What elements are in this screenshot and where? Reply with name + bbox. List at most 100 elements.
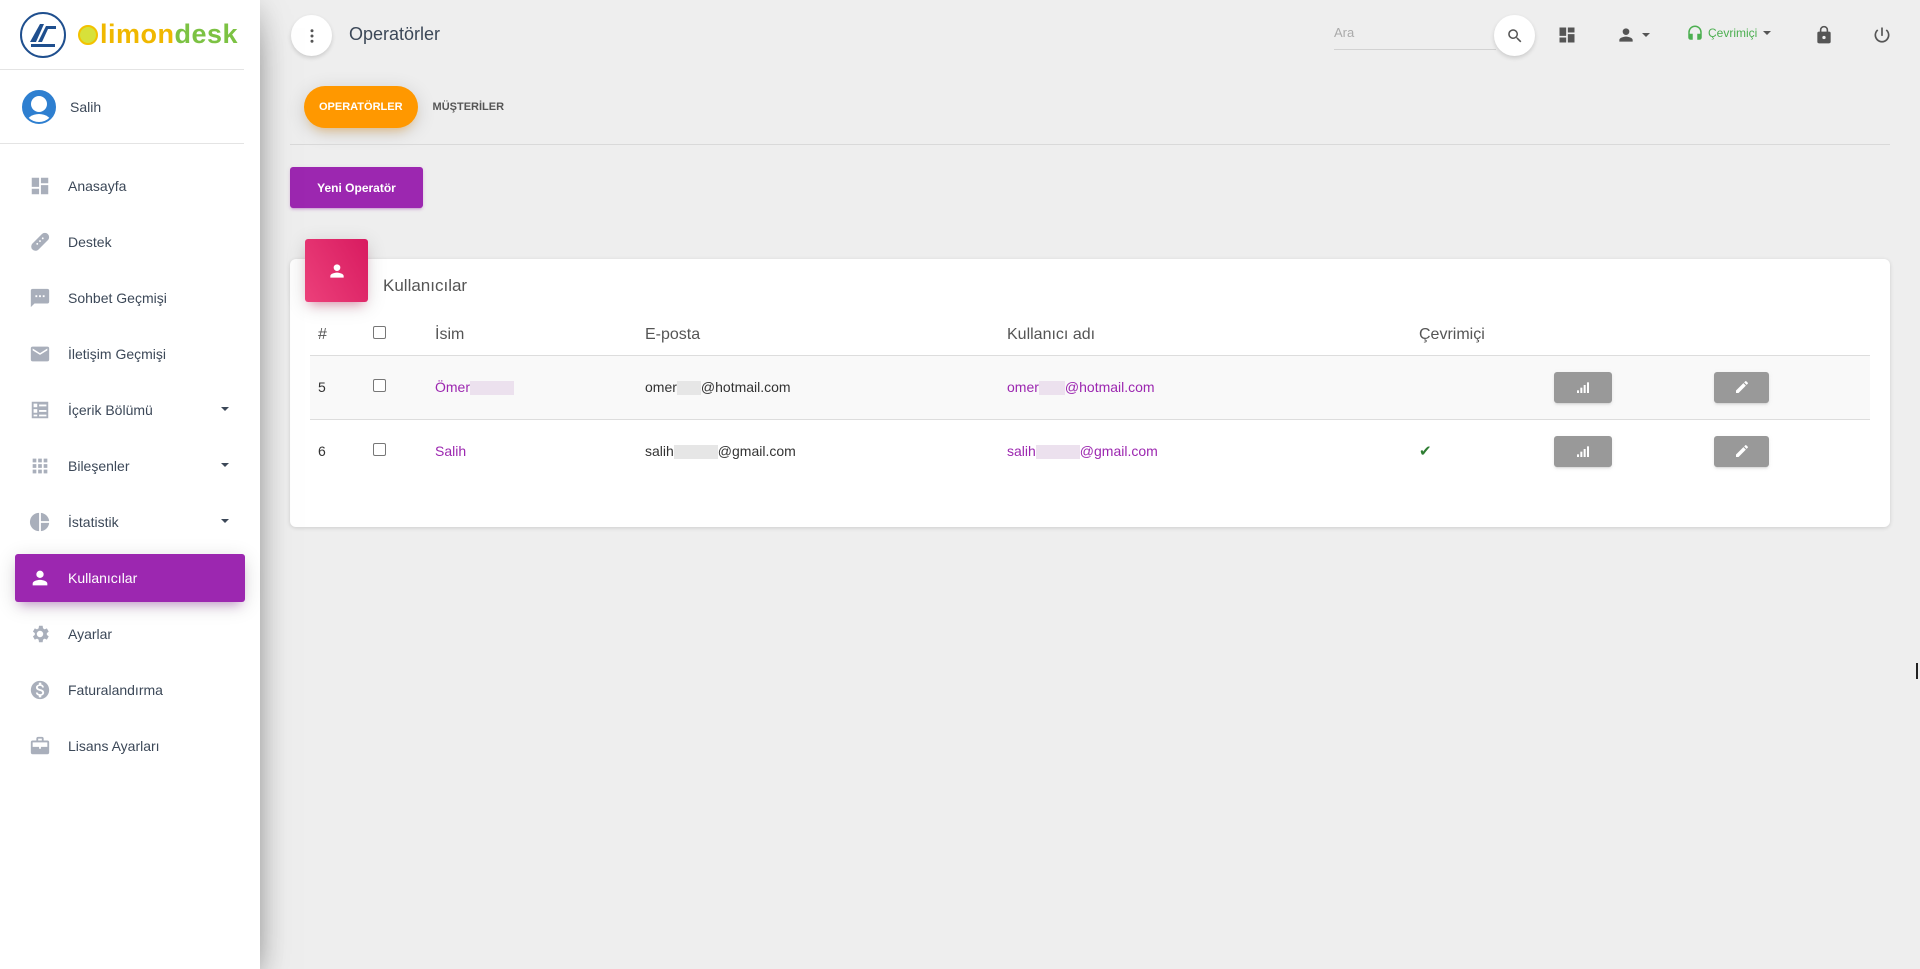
sidebar-item-label: Bileşenler: [68, 458, 130, 474]
column-header-edit: [1706, 315, 1870, 356]
chevron-down-icon: [221, 519, 229, 523]
sidebar-item-content[interactable]: İçerik Bölümü: [15, 386, 245, 434]
logout-button[interactable]: [1869, 22, 1895, 48]
row-name-link[interactable]: Salih: [435, 443, 466, 459]
redacted-block: [1035, 445, 1080, 460]
person-icon: [28, 566, 52, 590]
person-icon: [1619, 28, 1633, 42]
briefcase-icon: [28, 734, 52, 758]
redacted-block: [676, 381, 701, 396]
sidebar-toggle-button[interactable]: [291, 15, 332, 56]
row-email-cell: salih @gmail.com: [637, 419, 999, 483]
row-stats-cell: [1546, 355, 1706, 420]
sidebar-item-label: Faturalandırma: [68, 682, 163, 698]
new-operator-button[interactable]: Yeni Operatör: [290, 167, 423, 208]
row-id: 5: [310, 355, 365, 420]
users-table: # İsim E-posta Kullanıcı adı Çevrimiçi 5…: [310, 315, 1870, 483]
sidebar-item-person[interactable]: Kullanıcılar: [15, 554, 245, 602]
row-username-suffix[interactable]: @gmail.com: [1080, 443, 1158, 459]
row-email-suffix: @hotmail.com: [700, 378, 791, 395]
top-bar: Operatörler Çevrimiçi: [260, 0, 1920, 70]
search-input[interactable]: [1334, 18, 1496, 46]
sidebar-item-chat[interactable]: Sohbet Geçmişi: [15, 274, 245, 322]
row-stats-cell: [1546, 419, 1706, 483]
row-name-cell: Ömer: [427, 355, 637, 420]
logo[interactable]: limon desk: [0, 0, 244, 70]
sidebar-item-pie-chart[interactable]: İstatistik: [15, 498, 245, 546]
sidebar-item-label: İstatistik: [68, 514, 119, 530]
table-header-row: # İsim E-posta Kullanıcı adı Çevrimiçi: [310, 315, 1870, 356]
mail-icon: [28, 342, 52, 366]
sidebar-item-gear[interactable]: Ayarlar: [15, 610, 245, 658]
row-name-link[interactable]: Ömer: [435, 379, 470, 395]
sidebar-item-label: Sohbet Geçmişi: [68, 290, 167, 306]
online-check-icon: ✔: [1419, 443, 1432, 461]
row-select: [365, 355, 427, 420]
more-vertical-icon: [310, 28, 313, 43]
sidebar-item-label: Destek: [68, 234, 112, 250]
users-card: Kullanıcılar # İsim E-posta Kullanıcı ad…: [290, 239, 1890, 527]
avatar: [22, 89, 56, 124]
signal-bars-icon: [1577, 382, 1589, 393]
tab-bar: OPERATÖRLER MÜŞTERİLER: [304, 86, 519, 128]
row-username-suffix[interactable]: @hotmail.com: [1065, 379, 1155, 395]
card-title: Kullanıcılar: [383, 276, 468, 295]
content-icon: [28, 398, 52, 422]
brand-name-part2: desk: [174, 19, 239, 49]
lock-button[interactable]: [1811, 22, 1837, 48]
search-button[interactable]: [1494, 15, 1535, 56]
signal-bars-icon: [1577, 446, 1589, 458]
sidebar-item-label: İçerik Bölümü: [68, 402, 153, 418]
chevron-down-icon: [221, 407, 229, 411]
chat-icon: [28, 286, 52, 310]
sidebar-item-dashboard[interactable]: Anasayfa: [15, 162, 245, 210]
row-checkbox[interactable]: [373, 379, 386, 392]
user-profile[interactable]: Salih: [0, 70, 244, 144]
column-header-name: İsim: [427, 315, 637, 356]
stats-button[interactable]: [1554, 371, 1612, 403]
dashboard-button[interactable]: [1554, 22, 1580, 48]
sidebar-item-label: Anasayfa: [68, 178, 127, 194]
edit-button[interactable]: [1714, 435, 1769, 467]
row-username-prefix[interactable]: omer: [1007, 379, 1039, 395]
sidebar-item-support[interactable]: Destek: [15, 218, 245, 266]
table-row: 5 Ömer omer @hotmail.com omer @hotmail.com: [310, 355, 1870, 420]
sidebar-item-apps[interactable]: Bileşenler: [15, 442, 245, 490]
pencil-icon: [1735, 381, 1748, 393]
sidebar-item-dollar[interactable]: Faturalandırma: [15, 666, 245, 714]
text-cursor: [1916, 663, 1918, 679]
row-edit-cell: [1706, 419, 1870, 483]
dashboard-icon: [1559, 27, 1575, 43]
row-username-cell: omer @hotmail.com: [999, 355, 1411, 420]
chevron-down-icon: [221, 463, 229, 467]
pie-chart-icon: [28, 510, 52, 534]
power-icon: [1874, 27, 1890, 43]
tab-customers[interactable]: MÜŞTERİLER: [418, 86, 520, 128]
status-dropdown[interactable]: Çevrimiçi: [1686, 24, 1772, 42]
lime-icon: [78, 24, 98, 45]
dollar-icon: [28, 678, 52, 702]
redacted-block: [673, 445, 718, 460]
edit-button[interactable]: [1714, 371, 1769, 403]
stats-button[interactable]: [1554, 435, 1612, 467]
row-checkbox[interactable]: [373, 443, 386, 457]
profile-menu-button[interactable]: [1613, 22, 1653, 48]
support-icon: [28, 230, 52, 254]
headset-icon: [1688, 25, 1702, 40]
select-all-checkbox[interactable]: [373, 325, 386, 339]
gear-icon: [28, 622, 52, 646]
tab-operators[interactable]: OPERATÖRLER: [304, 86, 418, 128]
column-header-username: Kullanıcı adı: [999, 315, 1411, 356]
sidebar-item-briefcase[interactable]: Lisans Ayarları: [15, 722, 245, 770]
row-email-prefix: omer: [645, 378, 677, 395]
row-username-prefix[interactable]: salih: [1007, 443, 1036, 459]
row-username-cell: salih @gmail.com: [999, 419, 1411, 483]
row-email-prefix: salih: [645, 443, 674, 460]
dashboard-icon: [28, 174, 52, 198]
redacted-block: [1038, 381, 1065, 396]
sidebar-item-mail[interactable]: İletişim Geçmişi: [15, 330, 245, 378]
user-name: Salih: [70, 98, 102, 115]
sidebar-item-label: İletişim Geçmişi: [68, 346, 167, 362]
row-online-cell: [1411, 355, 1546, 420]
lock-icon: [1817, 25, 1831, 44]
